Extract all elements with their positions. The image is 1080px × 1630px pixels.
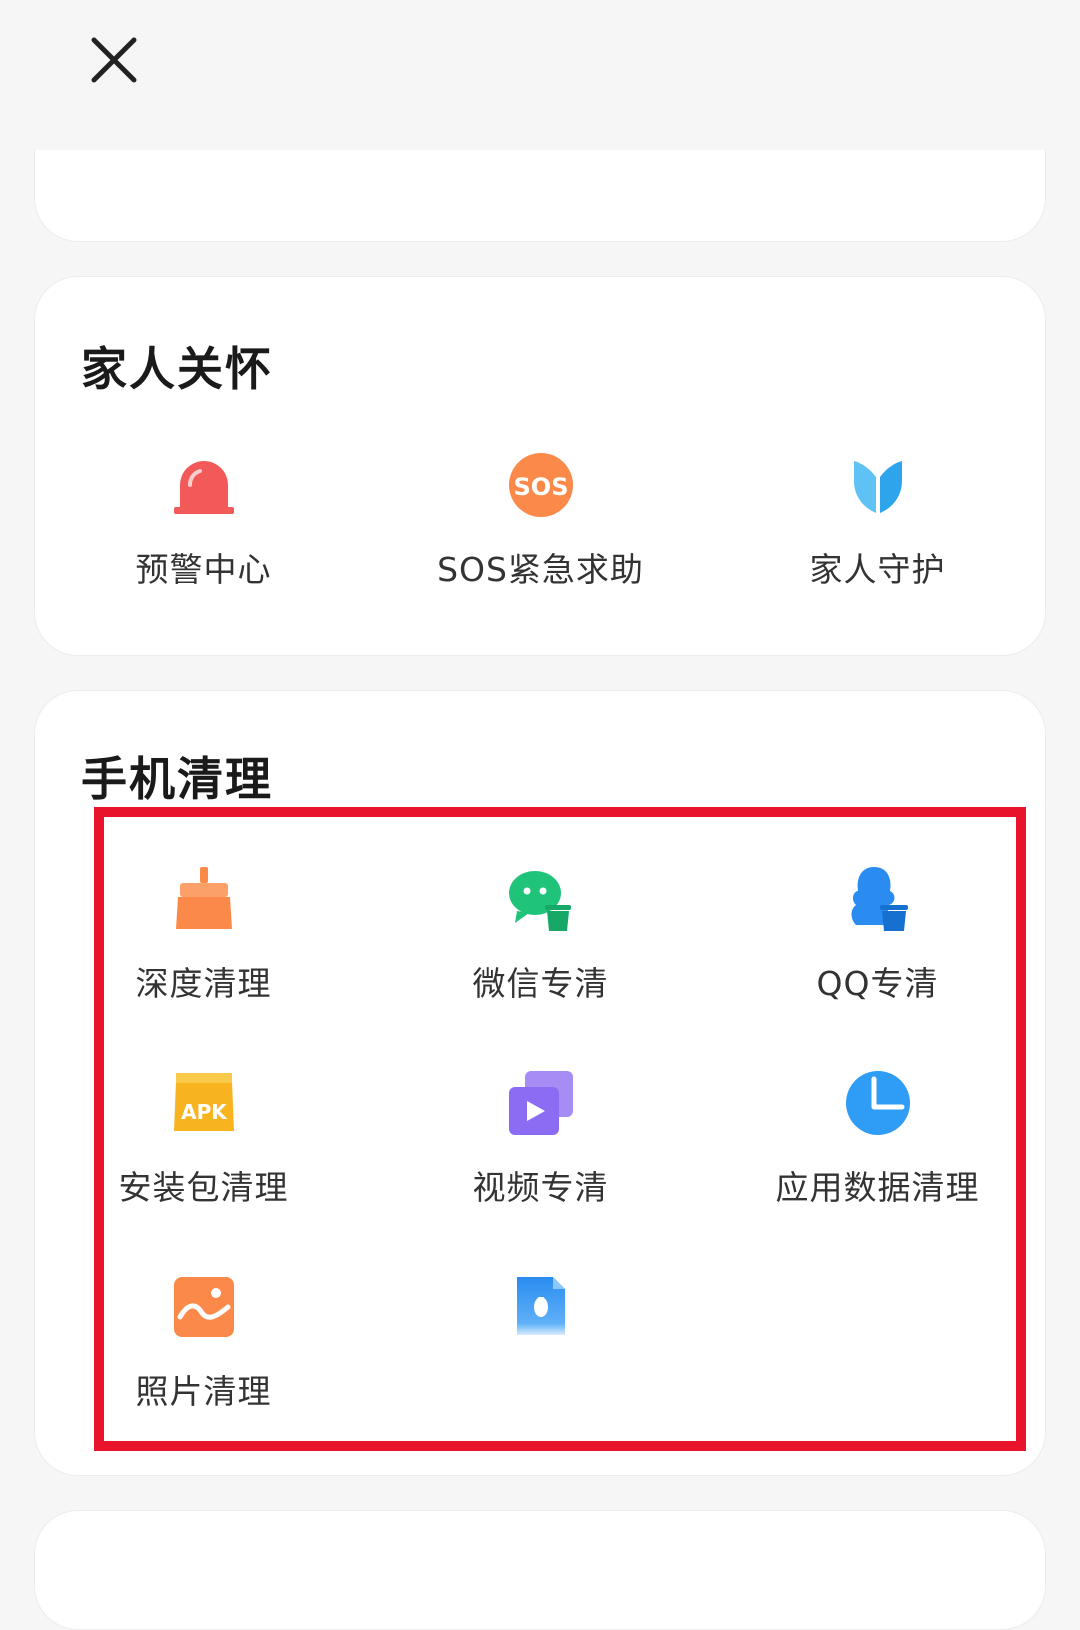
app-clean-item[interactable]	[372, 1273, 709, 1443]
warning-center-label: 预警中心	[135, 550, 272, 589]
app-data-clean-item[interactable]: 应用数据清理	[709, 1069, 1046, 1239]
deep-clean-item[interactable]: 深度清理	[35, 865, 372, 1035]
qq-clean-icon	[851, 867, 908, 931]
broom-icon	[175, 867, 232, 929]
previous-card	[34, 150, 1046, 242]
sos-icon-text: SOS	[513, 473, 568, 501]
sos-label: SOS紧急求助	[437, 550, 644, 589]
apk-clean-item[interactable]: APK 安装包清理	[35, 1069, 372, 1239]
sos-item[interactable]: SOS SOS紧急求助	[372, 451, 709, 621]
photo-clean-label: 照片清理	[135, 1372, 272, 1411]
top-bar	[0, 0, 1080, 150]
qq-clean-label: QQ专清	[816, 964, 939, 1003]
wechat-clean-icon	[508, 871, 571, 931]
apk-icon: APK	[173, 1073, 234, 1131]
shield-icon	[853, 461, 902, 513]
family-care-title: 家人关怀	[81, 342, 273, 396]
warning-center-item[interactable]: 预警中心	[35, 451, 372, 621]
photo-clean-item[interactable]: 照片清理	[35, 1273, 372, 1443]
video-clean-item[interactable]: 视频专清	[372, 1069, 709, 1239]
phone-clean-card: 手机清理 深度清理 微信专清 QQ专清 APK 安装包清理 视频专清 应用数据清…	[34, 690, 1046, 1476]
pie-chart-icon	[845, 1071, 910, 1135]
apk-clean-label: 安装包清理	[118, 1168, 289, 1207]
next-card	[34, 1510, 1046, 1630]
app-data-clean-label: 应用数据清理	[775, 1168, 980, 1207]
apk-icon-text: APK	[181, 1100, 228, 1124]
alarm-icon	[173, 461, 234, 514]
family-care-card: 家人关怀 预警中心 SOS SOS紧急求助 家人守护	[34, 276, 1046, 656]
phone-clean-title: 手机清理	[81, 752, 273, 806]
close-icon[interactable]	[84, 30, 144, 90]
family-guard-item[interactable]: 家人守护	[709, 451, 1046, 621]
wechat-clean-item[interactable]: 微信专清	[372, 865, 709, 1035]
deep-clean-label: 深度清理	[135, 964, 272, 1003]
photo-icon	[173, 1277, 234, 1337]
wechat-clean-label: 微信专清	[472, 964, 609, 1003]
app-clean-icon	[516, 1277, 565, 1335]
sos-icon: SOS	[508, 453, 573, 517]
family-guard-label: 家人守护	[809, 550, 946, 589]
qq-clean-item[interactable]: QQ专清	[709, 865, 1046, 1035]
video-icon	[508, 1071, 573, 1135]
video-clean-label: 视频专清	[472, 1168, 609, 1207]
